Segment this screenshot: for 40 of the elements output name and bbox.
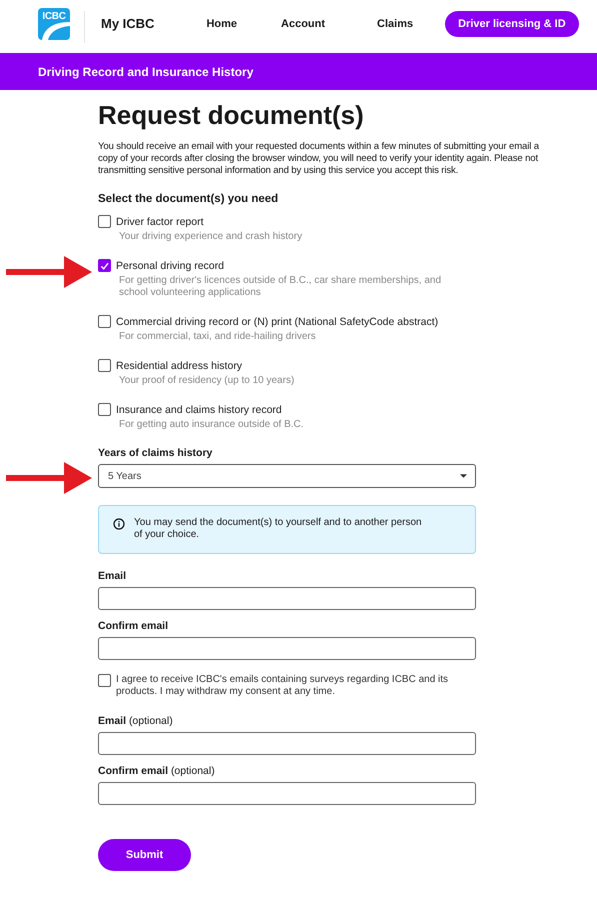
checkbox[interactable]: [98, 259, 111, 272]
info-icon: [113, 518, 125, 530]
page-title: Request document(s): [98, 100, 365, 131]
email-field[interactable]: [98, 587, 476, 610]
field-label: Years of claims history: [98, 447, 214, 459]
section-heading: Select the document(s) you need: [98, 193, 280, 205]
banner-title: Driving Record and Insurance History: [38, 64, 254, 78]
nav-link[interactable]: Claims: [365, 12, 426, 36]
checkbox-label[interactable]: Driver factor report: [116, 216, 204, 228]
checkbox[interactable]: [98, 359, 111, 372]
checkbox-label[interactable]: Insurance and claims history record: [116, 404, 282, 416]
nav-link[interactable]: Driver licensing & ID: [445, 10, 579, 36]
nav-link[interactable]: Account: [269, 12, 338, 36]
intro-paragraph: You should receive an email with your requested documents within a few minutes of submitting your email a copy of your records after closing the browser window, you will need to verify your identity again. Please not transmitting sensitive personal information and by using this service you accept this risk.: [98, 141, 540, 177]
checkbox-label[interactable]: Personal driving record: [116, 260, 224, 272]
field-label: Confirm email: [98, 620, 170, 632]
checkbox[interactable]: [98, 315, 111, 328]
checkbox-label[interactable]: Residential address history: [116, 360, 242, 372]
years-dropdown[interactable]: 5 Years: [98, 464, 476, 488]
confirm-email-field[interactable]: [98, 782, 476, 805]
field-label: Email (optional): [98, 715, 174, 727]
consent-label[interactable]: I agree to receive ICBC's emails containing surveys regarding ICBC and its products. I may withdraw my consent at any time.: [116, 674, 476, 697]
option-description: Your driving experience and crash history: [119, 231, 304, 243]
checkbox[interactable]: [98, 215, 111, 228]
field-label: Email: [98, 570, 128, 582]
nav-link[interactable]: Home: [194, 12, 250, 36]
submit-button[interactable]: Submit: [98, 839, 191, 871]
checkbox[interactable]: [98, 403, 111, 416]
info-text: You may send the document(s) to yourself and to another person of your choice.: [134, 517, 423, 541]
checkbox-label[interactable]: Commercial driving record or (N) print (National SafetyCode abstract): [116, 316, 438, 328]
option-description: For getting auto insurance outside of B.C.: [119, 419, 305, 431]
confirm-email-field[interactable]: [98, 637, 476, 660]
caret-icon: [460, 474, 467, 478]
option-description: Your proof of residency (up to 10 years): [119, 375, 296, 387]
app-name: My ICBC: [101, 16, 154, 31]
option-description: For getting driver's licences outside of B.C., car share memberships, and school volunteering applications: [119, 275, 442, 299]
field-label: Confirm email (optional): [98, 765, 216, 777]
checkbox[interactable]: [98, 674, 111, 687]
email-field[interactable]: [98, 732, 476, 755]
option-description: For commercial, taxi, and ride-hailing drivers: [119, 331, 317, 343]
